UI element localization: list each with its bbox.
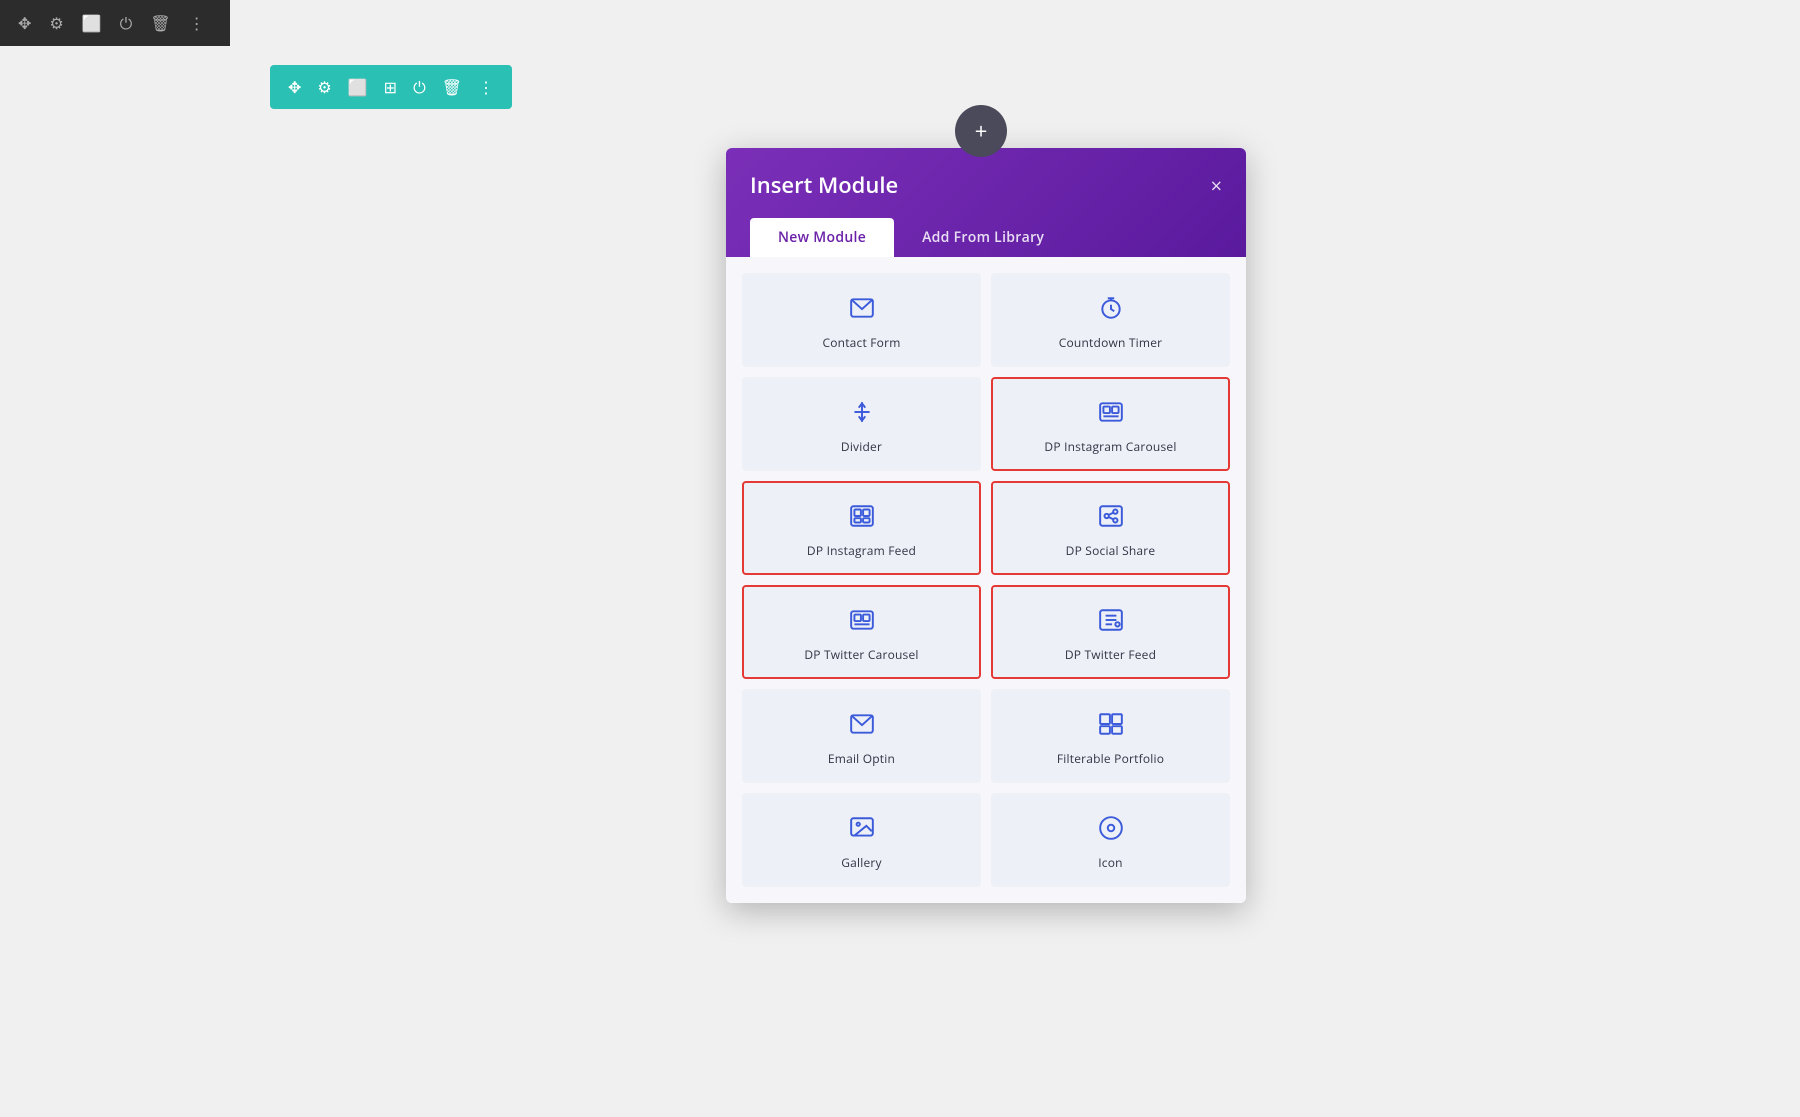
module-email-optin[interactable]: Email Optin [742, 689, 981, 783]
dialog-tabs: New Module Add From Library [750, 218, 1222, 257]
module-dp-instagram-carousel-label: DP Instagram Carousel [1044, 438, 1176, 455]
dialog-body: Contact Form Countdown Timer [726, 257, 1246, 903]
row-delete-icon[interactable]: 🗑 [442, 76, 462, 98]
dialog-title: Insert Module [750, 170, 898, 200]
insert-module-dialog: Insert Module × New Module Add From Libr… [726, 148, 1246, 903]
icon-module-icon [1098, 815, 1124, 844]
tab-new-module[interactable]: New Module [750, 218, 894, 257]
module-dp-twitter-carousel-label: DP Twitter Carousel [804, 646, 918, 663]
row-settings-icon[interactable]: ⚙ [317, 76, 331, 98]
module-dp-twitter-carousel[interactable]: DP Twitter Carousel [742, 585, 981, 679]
settings-icon[interactable]: ⚙ [49, 12, 63, 34]
instagram-carousel-icon [1098, 399, 1124, 428]
top-toolbar: ✥ ⚙ ⬜ ⏻ 🗑 ⋮ [0, 0, 230, 46]
power-icon[interactable]: ⏻ [120, 12, 133, 34]
module-divider[interactable]: Divider [742, 377, 981, 471]
twitter-carousel-icon [849, 607, 875, 636]
gallery-icon [849, 815, 875, 844]
module-countdown-timer[interactable]: Countdown Timer [991, 273, 1230, 367]
instagram-feed-icon [849, 503, 875, 532]
module-contact-form[interactable]: Contact Form [742, 273, 981, 367]
module-email-optin-label: Email Optin [828, 750, 895, 767]
module-dp-twitter-feed-label: DP Twitter Feed [1065, 646, 1156, 663]
module-dp-social-share[interactable]: DP Social Share [991, 481, 1230, 575]
module-dp-instagram-feed-label: DP Instagram Feed [807, 542, 916, 559]
module-dp-twitter-feed[interactable]: DP Twitter Feed [991, 585, 1230, 679]
divider-icon [849, 399, 875, 428]
row-toolbar: ✥ ⚙ ⬜ ⊞ ⏻ 🗑 ⋮ [270, 65, 512, 109]
twitter-feed-icon [1098, 607, 1124, 636]
delete-icon[interactable]: 🗑 [150, 12, 170, 34]
tab-add-from-library[interactable]: Add From Library [894, 218, 1072, 257]
module-dp-instagram-carousel[interactable]: DP Instagram Carousel [991, 377, 1230, 471]
module-gallery-label: Gallery [841, 854, 882, 871]
module-contact-form-label: Contact Form [822, 334, 900, 351]
row-move-icon[interactable]: ✥ [288, 76, 301, 98]
insert-module-button[interactable]: + [955, 105, 1007, 157]
dialog-close-button[interactable]: × [1211, 172, 1222, 199]
module-icon-label: Icon [1098, 854, 1122, 871]
dialog-header: Insert Module × New Module Add From Libr… [726, 148, 1246, 257]
module-filterable-portfolio[interactable]: Filterable Portfolio [991, 689, 1230, 783]
plus-icon: + [975, 116, 988, 146]
social-share-icon [1098, 503, 1124, 532]
row-columns-icon[interactable]: ⊞ [384, 76, 397, 98]
row-power-icon[interactable]: ⏻ [413, 76, 426, 98]
row-more-icon[interactable]: ⋮ [478, 76, 494, 98]
duplicate-icon[interactable]: ⬜ [82, 12, 102, 34]
move-icon[interactable]: ✥ [18, 12, 31, 34]
module-gallery[interactable]: Gallery [742, 793, 981, 887]
modules-grid: Contact Form Countdown Timer [742, 273, 1230, 887]
module-dp-social-share-label: DP Social Share [1066, 542, 1156, 559]
module-dp-instagram-feed[interactable]: DP Instagram Feed [742, 481, 981, 575]
email-optin-icon [849, 711, 875, 740]
email-icon [849, 295, 875, 324]
module-icon[interactable]: Icon [991, 793, 1230, 887]
module-filterable-portfolio-label: Filterable Portfolio [1057, 750, 1164, 767]
more-icon[interactable]: ⋮ [189, 12, 205, 34]
filterable-portfolio-icon [1098, 711, 1124, 740]
timer-icon [1098, 295, 1124, 324]
row-duplicate-icon[interactable]: ⬜ [348, 76, 368, 98]
module-countdown-timer-label: Countdown Timer [1059, 334, 1163, 351]
module-divider-label: Divider [841, 438, 882, 455]
